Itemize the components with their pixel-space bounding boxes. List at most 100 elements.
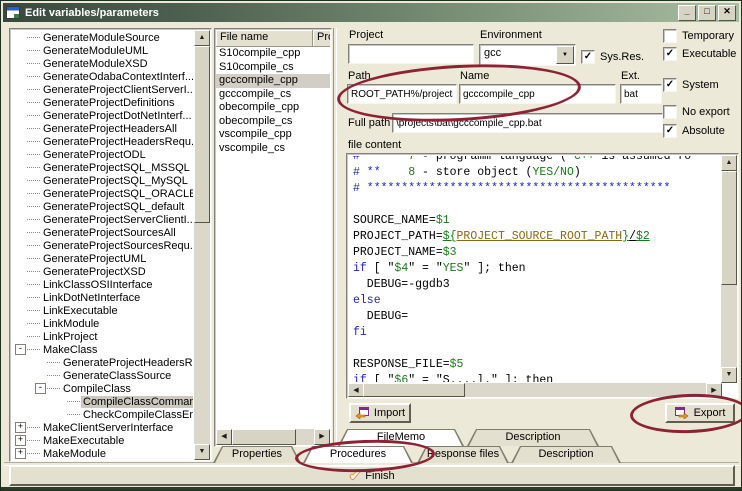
file-list[interactable]: S10compile_cppS10compile_csgcccompile_cp… — [216, 47, 330, 428]
tree-item-label[interactable]: CompileClass — [61, 383, 133, 395]
collapse-icon[interactable]: - — [15, 344, 26, 355]
column-pro[interactable]: Pro — [313, 30, 330, 46]
tree-item[interactable]: CheckCompileClassError — [12, 408, 193, 421]
code-text[interactable]: # ** 7 - programm language ( C++ is assu… — [349, 156, 720, 382]
tree-item[interactable]: GenerateProjectXSD — [12, 265, 193, 278]
scrollbar-thumb[interactable] — [232, 429, 296, 445]
tree-scrollbar[interactable]: ▲ ▼ — [194, 30, 210, 460]
tab-description[interactable]: Description — [511, 446, 621, 463]
tree-item-label[interactable]: GenerateProjectHeadersR... — [61, 357, 193, 369]
tree-item[interactable]: GenerateClassSource — [12, 369, 193, 382]
scroll-right-icon[interactable]: ▶ — [314, 429, 330, 445]
checkbox-temporary[interactable]: Temporary — [663, 29, 734, 43]
chevron-down-icon[interactable]: ▼ — [556, 46, 574, 64]
tree-item-label[interactable]: GenerateProjectSQL_MySQL — [41, 175, 190, 187]
checkbox-box[interactable] — [663, 105, 677, 119]
tree-item[interactable]: +MakeClientServerInterface — [12, 421, 193, 434]
tree-item-label[interactable]: GenerateProjectHeadersAll — [41, 123, 179, 135]
tree-item-label[interactable]: GenerateProjectUML — [41, 253, 148, 265]
tree-item-label[interactable]: GenerateProjectSQL_MSSQL — [41, 162, 192, 174]
tab-response-files[interactable]: Response files — [417, 446, 509, 463]
path-input[interactable] — [347, 84, 457, 104]
tree-item-label[interactable]: LinkDotNetInterface — [41, 292, 142, 304]
checkbox-system[interactable]: ✓System — [663, 78, 719, 92]
tree-item[interactable]: GenerateProjectDotNetInterf... — [12, 109, 193, 122]
code-hscrollbar[interactable]: ◀ ▶ — [348, 383, 722, 397]
file-list-header[interactable]: File name Pro — [216, 30, 330, 47]
tab-description[interactable]: Description — [467, 429, 599, 446]
collapse-icon[interactable]: - — [35, 383, 46, 394]
tree-item[interactable]: GenerateOdabaContextInterf... — [12, 70, 193, 83]
scroll-up-icon[interactable]: ▲ — [721, 155, 737, 171]
export-button[interactable]: Export — [665, 403, 735, 423]
tree-item-label[interactable]: GenerateModuleXSD — [41, 58, 150, 70]
tree-item[interactable]: LinkExecutable — [12, 304, 193, 317]
finish-button[interactable]: ✔ Finish — [9, 465, 735, 486]
tree-item[interactable]: - CompileClass — [12, 382, 193, 395]
tree-item[interactable]: GenerateProjectUML — [12, 252, 193, 265]
procedure-tree[interactable]: GenerateModuleSourceGenerateModuleUMLGen… — [12, 31, 193, 459]
maximize-icon[interactable]: □ — [698, 5, 716, 21]
tree-item[interactable]: GenerateModuleXSD — [12, 57, 193, 70]
scroll-left-icon[interactable]: ◀ — [348, 383, 364, 397]
file-list-row[interactable]: gcccompile_cpp — [216, 74, 330, 88]
environment-select[interactable]: gcc ▼ — [479, 44, 576, 66]
checkbox-box[interactable]: ✓ — [663, 47, 677, 61]
scroll-up-icon[interactable]: ▲ — [194, 30, 210, 46]
tree-item-label[interactable]: GenerateProjectDotNetInterf... — [41, 110, 193, 122]
ext-input[interactable] — [620, 84, 662, 104]
name-input[interactable] — [459, 84, 616, 104]
checkbox-sys-res[interactable]: ✓ Sys.Res. — [581, 50, 644, 64]
checkbox-box[interactable] — [663, 29, 677, 43]
file-list-row[interactable]: obecompile_cpp — [216, 101, 330, 115]
file-list-row[interactable]: obecompile_cs — [216, 115, 330, 129]
checkbox-absolute[interactable]: ✓Absolute — [663, 124, 725, 138]
import-button[interactable]: Import — [349, 403, 411, 423]
tree-item[interactable]: +MakeExecutable — [12, 434, 193, 447]
tab-filememo[interactable]: FileMemo — [338, 429, 464, 446]
tree-item-label[interactable]: GenerateModuleUML — [41, 45, 150, 57]
tree-item-label[interactable]: GenerateOdabaContextInterf... — [41, 71, 193, 83]
scrollbar-thumb[interactable] — [194, 46, 210, 223]
tree-item[interactable]: LinkDotNetInterface — [12, 291, 193, 304]
tree-item[interactable]: LinkModule — [12, 317, 193, 330]
expand-icon[interactable]: + — [15, 422, 26, 433]
file-list-row[interactable]: vscompile_cs — [216, 142, 330, 156]
scroll-down-icon[interactable]: ▼ — [194, 444, 210, 460]
checkbox-box[interactable]: ✓ — [663, 78, 677, 92]
file-content-editor[interactable]: # ** 7 - programm language ( C++ is assu… — [346, 153, 739, 399]
close-icon[interactable]: ✕ — [718, 5, 736, 21]
scroll-left-icon[interactable]: ◀ — [216, 429, 232, 445]
tree-item[interactable]: GenerateProjectHeadersAll — [12, 122, 193, 135]
tree-item-label[interactable]: GenerateProjectXSD — [41, 266, 148, 278]
tree-item[interactable]: GenerateModuleUML — [12, 44, 193, 57]
tree-item-label[interactable]: LinkClassOSIInterface — [41, 279, 154, 291]
title-bar[interactable]: Edit variables/parameters _ □ ✕ — [3, 3, 739, 22]
tree-item-label[interactable]: GenerateProjectClientServerI... — [41, 84, 193, 96]
tree-item-label[interactable]: CompileClassCommand — [81, 396, 193, 408]
tree-item-label[interactable]: GenerateProjectODL — [41, 149, 148, 161]
scrollbar-thumb[interactable] — [363, 383, 465, 397]
tree-item-label[interactable]: GenerateProjectSQL_default — [41, 201, 186, 213]
tree-item-label[interactable]: GenerateProjectSourcesAll — [41, 227, 178, 239]
tree-item-label[interactable]: LinkProject — [41, 331, 99, 343]
tree-item[interactable]: GenerateProjectClientServerI... — [12, 83, 193, 96]
tree-item[interactable]: CompileClassCommand — [12, 395, 193, 408]
file-list-row[interactable]: gcccompile_cs — [216, 88, 330, 102]
column-file-name[interactable]: File name — [216, 30, 313, 46]
tree-item-label[interactable]: CheckCompileClassError — [81, 409, 193, 421]
project-input[interactable] — [348, 44, 474, 64]
tree-item[interactable]: GenerateProjectSourcesRequ... — [12, 239, 193, 252]
tree-item-label[interactable]: GenerateModuleSource — [41, 32, 162, 44]
scroll-right-icon[interactable]: ▶ — [706, 383, 722, 397]
tree-item[interactable]: GenerateProjectServerClientI... — [12, 213, 193, 226]
full-path-input[interactable] — [392, 113, 663, 133]
tree-item-label[interactable]: GenerateClassSource — [61, 370, 173, 382]
tree-item[interactable]: GenerateProjectHeadersR... — [12, 356, 193, 369]
tree-item[interactable]: GenerateProjectODL — [12, 148, 193, 161]
scroll-down-icon[interactable]: ▼ — [721, 367, 737, 383]
file-list-row[interactable]: S10compile_cs — [216, 61, 330, 75]
tree-item-label[interactable]: GenerateProjectServerClientI... — [41, 214, 193, 226]
expand-icon[interactable]: + — [15, 435, 26, 446]
file-list-hscrollbar[interactable]: ◀ ▶ — [216, 429, 330, 445]
